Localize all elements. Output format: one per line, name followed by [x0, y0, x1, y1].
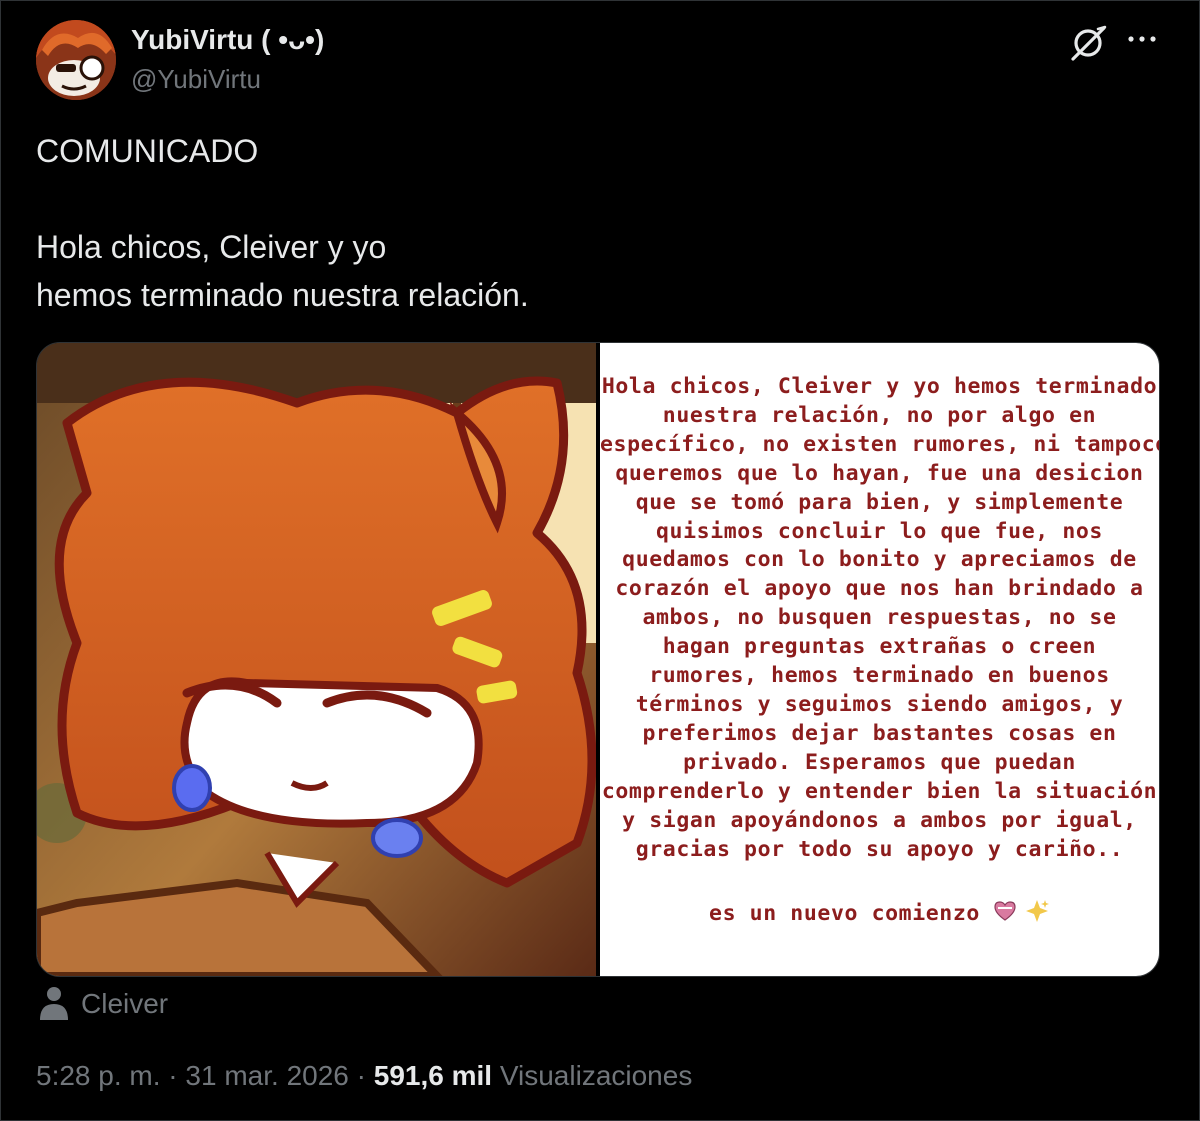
statement-line: específico, no existen rumores, ni tampo… — [600, 431, 1159, 457]
statement-line: hagan preguntas extrañas o creen — [662, 634, 1097, 660]
statement-tagline: es un nuevo comienzo — [600, 898, 1159, 930]
views-label[interactable]: Visualizaciones — [500, 1060, 693, 1091]
statement-line: quedamos con lo bonito y apreciamos de — [622, 547, 1137, 573]
statement-line: rumores, hemos terminado en buenos — [649, 663, 1110, 689]
meta-separator: · — [168, 1060, 178, 1091]
statement-line: corazón el apoyo que nos han brindado a — [615, 576, 1144, 602]
sparkle-icon — [1024, 898, 1050, 930]
display-name[interactable]: YubiVirtu ( •ᴗ•) — [131, 24, 324, 56]
statement-line: y sigan apoyándonos a ambos por igual, — [622, 807, 1137, 833]
statement-line: nuestra relación, no por algo en — [662, 402, 1097, 428]
tagged-user-name[interactable]: Cleiver — [81, 988, 168, 1020]
statement-line: quisimos concluir lo que fue, nos — [656, 518, 1103, 544]
avatar[interactable] — [36, 20, 116, 100]
tweet-meta: 5:28 p. m. · 31 mar. 2026 · 591,6 mil Vi… — [36, 1060, 692, 1092]
statement-line: Hola chicos, Cleiver y yo hemos terminad… — [601, 374, 1158, 399]
statement-line: comprenderlo y entender bien la situació… — [601, 778, 1158, 804]
grok-icon[interactable] — [1068, 23, 1108, 63]
statement-line: ambos, no busquen respuestas, no se — [642, 605, 1117, 631]
media-statement-image[interactable]: Hola chicos, Cleiver y yo hemos terminad… — [600, 343, 1159, 976]
statement-line: que se tomó para bien, y simplemente — [635, 489, 1124, 515]
tweet-text-heading: COMUNICADO — [36, 133, 259, 169]
tagline-text: es un nuevo comienzo — [709, 901, 980, 926]
more-icon[interactable] — [1126, 33, 1158, 45]
tweet-date[interactable]: 31 mar. 2026 — [185, 1060, 348, 1091]
person-icon — [40, 987, 68, 1020]
tweet-text-line: Hola chicos, Cleiver y yo — [36, 229, 387, 265]
statement-line: gracias por todo su apoyo y cariño.. — [635, 836, 1124, 862]
statement-line: queremos que lo hayan, fue una desicion — [615, 460, 1144, 486]
tweet-time[interactable]: 5:28 p. m. — [36, 1060, 161, 1091]
user-handle[interactable]: @YubiVirtu — [131, 64, 261, 95]
views-count[interactable]: 591,6 mil — [374, 1060, 492, 1091]
tweet-media[interactable]: Hola chicos, Cleiver y yo hemos terminad… — [36, 342, 1160, 977]
statement-line: preferimos dejar bastantes cosas en — [642, 720, 1117, 746]
meta-separator: · — [356, 1060, 366, 1091]
statement-text: Hola chicos, Cleiver y yo hemos terminad… — [600, 373, 1159, 864]
statement-line: privado. Esperamos que puedan — [683, 749, 1076, 775]
statement-line: términos y seguimos siendo amigos, y — [635, 691, 1124, 717]
media-illustration[interactable] — [37, 343, 596, 976]
heart-icon — [994, 901, 1016, 927]
tweet-text-line: hemos terminado nuestra relación. — [36, 277, 529, 313]
